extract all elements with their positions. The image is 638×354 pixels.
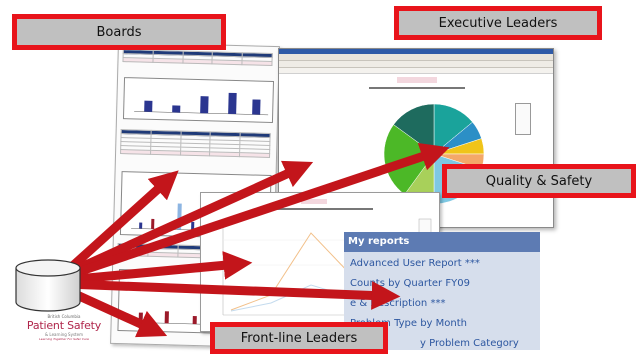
label-quality-safety: Quality & Safety — [442, 164, 636, 198]
label-boards: Boards — [12, 14, 226, 50]
label-executive-text: Executive Leaders — [438, 15, 558, 31]
logo-main-text: Patient Safety — [26, 319, 102, 332]
arrow-to-executive — [64, 160, 314, 279]
arrow-to-quality — [64, 142, 450, 281]
database-icon — [15, 259, 81, 312]
label-quality-text: Quality & Safety — [485, 173, 593, 189]
patient-safety-logo: British Columbia Patient Safety & Learni… — [4, 314, 124, 352]
arrow-to-my-reports — [65, 279, 401, 310]
label-executive-leaders: Executive Leaders — [394, 6, 602, 40]
label-front-line-leaders: Front-line Leaders — [210, 322, 388, 354]
logo-tagline: Learning Together For Safer Care — [39, 337, 89, 341]
label-boards-text: Boards — [96, 24, 142, 40]
label-frontline-text: Front-line Leaders — [240, 330, 358, 346]
